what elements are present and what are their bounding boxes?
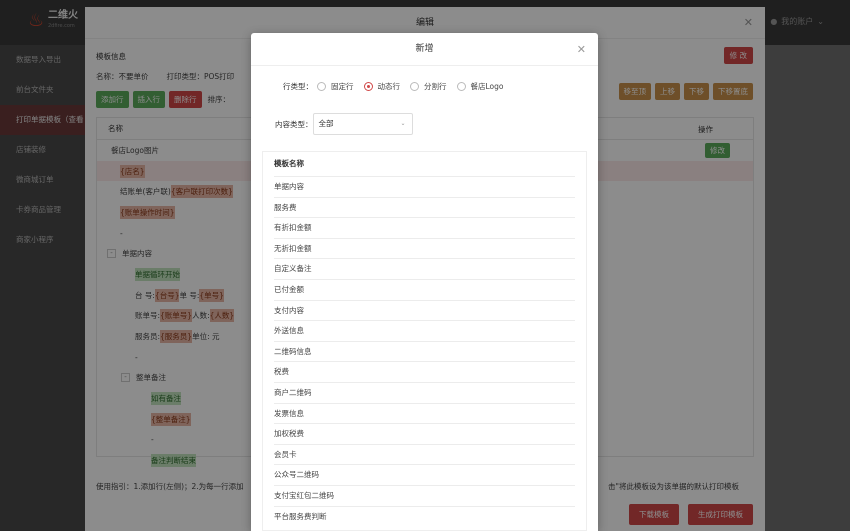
list-item[interactable]: 有折扣金额 xyxy=(274,217,575,238)
content-type-label: 内容类型： xyxy=(275,119,313,129)
radio-divider-row[interactable]: 分割行 xyxy=(410,81,447,92)
list-item[interactable]: 服务费 xyxy=(274,196,575,218)
list-item[interactable]: 平台服务费判断 xyxy=(274,505,575,527)
chevron-down-icon: ⌄ xyxy=(400,120,406,127)
list-item[interactable]: 会员卡 xyxy=(274,443,575,465)
list-item[interactable]: 单据内容 xyxy=(274,176,575,197)
list-item[interactable]: 公众号二维码 xyxy=(274,464,575,485)
list-item[interactable]: 商户二维码 xyxy=(274,381,575,403)
template-list: 模板名称 单据内容 服务费 有折扣金额 无折扣金额 自定义备注 已付金额 支付内… xyxy=(262,151,587,531)
row-type-label: 行类型： xyxy=(283,82,313,91)
list-item[interactable]: 加权税费 xyxy=(274,423,575,444)
list-item[interactable]: 支付内容 xyxy=(274,299,575,321)
radio-fixed-row[interactable]: 固定行 xyxy=(317,81,354,92)
list-item[interactable]: 已付金额 xyxy=(274,278,575,300)
content-type-value: 全部 xyxy=(318,119,334,128)
content-type-field: 内容类型： 全部 ⌄ xyxy=(275,113,413,135)
close-icon[interactable]: ✕ xyxy=(577,33,586,66)
list-item[interactable]: 支付宝红包二维码 xyxy=(274,484,575,506)
list-item[interactable]: 自定义备注 xyxy=(274,258,575,279)
list-item[interactable]: 无折扣金额 xyxy=(274,237,575,259)
list-header: 模板名称 xyxy=(274,159,304,168)
list-item[interactable]: 发票信息 xyxy=(274,402,575,424)
list-item[interactable]: 二维码信息 xyxy=(274,340,575,362)
new-modal: 新增 ✕ 行类型： 固定行 动态行 分割行 餐店Logo 内容类型： 全部 ⌄ … xyxy=(251,33,598,531)
row-type-field: 行类型： 固定行 动态行 分割行 餐店Logo xyxy=(283,81,514,92)
new-modal-title: 新增 xyxy=(415,44,434,54)
list-item[interactable]: 税费 xyxy=(274,361,575,382)
radio-dynamic-row[interactable]: 动态行 xyxy=(363,81,400,92)
new-modal-header: 新增 ✕ xyxy=(251,33,598,66)
radio-logo-row[interactable]: 餐店Logo xyxy=(456,81,504,92)
list-item[interactable]: 外送信息 xyxy=(274,320,575,341)
content-type-select[interactable]: 全部 ⌄ xyxy=(312,113,413,135)
